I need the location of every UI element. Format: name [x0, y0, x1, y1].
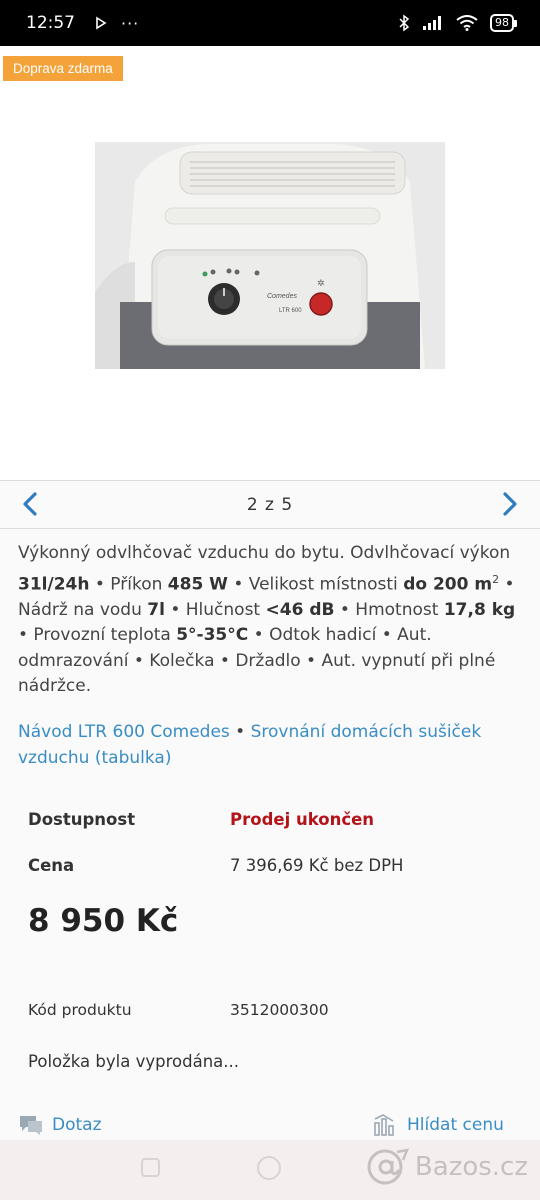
bazos-watermark: Bazos.cz	[363, 1148, 528, 1186]
question-button[interactable]: Dotaz	[18, 1113, 102, 1137]
bluetooth-icon	[399, 14, 410, 32]
at-logo-icon	[367, 1148, 409, 1185]
signal-icon	[423, 16, 441, 30]
gallery-pager: 2 z 5	[0, 480, 540, 529]
photo-model: LTR 600	[279, 308, 302, 314]
watermark-text: Bazos.cz	[414, 1152, 528, 1182]
system-nav-bar: Bazos.cz	[0, 1140, 540, 1200]
price-chart-icon	[374, 1114, 394, 1136]
product-details: Výkonný odvlhčovač vzduchu do bytu. Odvl…	[0, 529, 540, 1140]
watch-price-label: Hlídat cenu	[407, 1115, 504, 1135]
status-bar: 12:57 ··· 98	[0, 0, 540, 46]
question-label: Dotaz	[52, 1115, 102, 1135]
availability-label: Dostupnost	[28, 810, 136, 829]
product-gallery: Doprava zdarma Comedes LTR 600 ✲	[0, 46, 540, 480]
free-shipping-badge: Doprava zdarma	[3, 56, 123, 81]
status-right-icons: 98	[398, 14, 517, 32]
price-label: Cena	[28, 856, 75, 875]
photo-brand: Comedes	[267, 293, 297, 300]
watch-price-button[interactable]: Hlídat cenu	[373, 1113, 504, 1137]
recent-apps-button[interactable]	[141, 1158, 160, 1177]
previous-arrow-icon[interactable]	[16, 489, 46, 519]
price-net: 7 396,69 Kč bez DPH	[230, 856, 404, 875]
pager-counter: 2 z 5	[246, 494, 294, 515]
product-description: Výkonný odvlhčovač vzduchu do bytu. Odvl…	[18, 543, 516, 697]
status-left-icons: ···	[95, 14, 139, 33]
home-button[interactable]	[257, 1156, 281, 1180]
price: 8 950 Kč	[28, 903, 179, 939]
product-photo[interactable]: Comedes LTR 600 ✲	[95, 142, 445, 369]
more-icon: ···	[121, 13, 140, 33]
manual-link[interactable]: Návod LTR 600 Comedes	[18, 722, 230, 742]
status-time: 12:57	[26, 13, 75, 33]
product-code-label: Kód produktu	[28, 1001, 132, 1019]
related-links: Návod LTR 600 Comedes • Srovnání domácíc…	[18, 722, 482, 768]
wifi-icon	[456, 15, 478, 31]
play-icon	[96, 16, 107, 30]
chat-bubble-icon	[20, 1116, 42, 1135]
battery-icon: 98	[490, 14, 517, 32]
availability-status: Prodej ukončen	[230, 810, 375, 829]
svg-text:✲: ✲	[317, 279, 325, 289]
next-arrow-icon[interactable]	[494, 489, 524, 519]
sold-out-notice: Položka byla vyprodána...	[28, 1052, 240, 1071]
product-code-value: 3512000300	[230, 1001, 329, 1019]
